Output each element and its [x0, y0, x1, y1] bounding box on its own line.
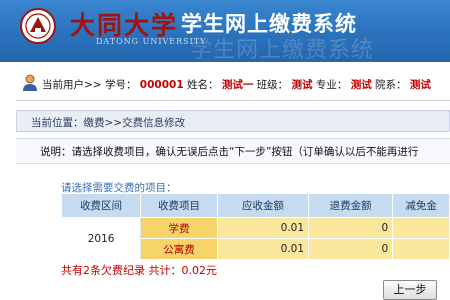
item-cell[interactable]: 公寓费: [140, 238, 218, 260]
current-user-label: 当前用户>>: [42, 79, 102, 91]
fee-table: 收费区间 收费项目 应收金额 退费金额 减免金 2016 学费 0.01 0 公…: [60, 193, 450, 260]
dept-value: 测试: [409, 79, 431, 91]
period-cell: 2016: [60, 217, 142, 260]
refund-cell: 0: [308, 217, 394, 239]
user-info-line: 当前用户>> 学号： 000001 姓名： 测试一 班级： 测试 专业： 测试 …: [42, 77, 431, 92]
university-seal-icon: [20, 8, 56, 44]
reduce-cell: [392, 217, 450, 239]
due-cell: 0.01: [216, 238, 310, 260]
breadcrumb: 当前位置：缴费>>交费信息修改: [16, 110, 450, 132]
item-cell[interactable]: 学费: [140, 217, 218, 239]
table-row[interactable]: 2016 学费 0.01 0: [60, 217, 450, 260]
system-title: 学生网上缴费系统: [181, 12, 357, 36]
reduce-cell: [392, 238, 450, 260]
header-reduce: 减免金: [392, 193, 450, 218]
header-item: 收费项目: [140, 193, 218, 218]
notice-text: 说明：请选择收费项目，确认无误后点击“下一步”按钮（订单确认以后不能再进行: [40, 146, 419, 158]
university-name-en: DATONG UNIVERSITY: [96, 37, 207, 46]
previous-step-button[interactable]: 上一步: [383, 280, 437, 300]
refund-cell: 0: [308, 238, 394, 260]
notice-bar: 说明：请选择收费项目，确认无误后点击“下一步”按钮（订单确认以后不能再进行: [16, 138, 450, 164]
name-value: 测试一: [221, 79, 254, 91]
due-cell: 0.01: [216, 217, 310, 239]
user-info-bar: 当前用户>> 学号： 000001 姓名： 测试一 班级： 测试 专业： 测试 …: [0, 70, 450, 96]
app-header: 学生网上缴费系统 大同大学 DATONG UNIVERSITY 学生网上缴费系统: [0, 0, 450, 62]
header-period: 收费区间: [60, 193, 142, 218]
student-id-label: 学号：: [104, 79, 137, 91]
user-icon: [23, 74, 37, 91]
class-value: 测试: [291, 79, 313, 91]
student-id-value: 000001: [139, 79, 184, 91]
divider: [16, 100, 450, 101]
name-label: 姓名：: [186, 79, 219, 91]
header-due: 应收金额: [216, 193, 310, 218]
major-label: 专业：: [315, 79, 348, 91]
dept-label: 院系：: [375, 79, 407, 91]
header-refund: 退费金额: [308, 193, 394, 218]
arrears-summary: 共有2条欠费纪录 共计：0.02元: [61, 264, 217, 277]
major-value: 测试: [350, 79, 372, 91]
class-label: 班级：: [256, 79, 289, 91]
breadcrumb-text: 当前位置：缴费>>交费信息修改: [31, 117, 186, 129]
table-header-row: 收费区间 收费项目 应收金额 退费金额 减免金: [60, 193, 450, 218]
